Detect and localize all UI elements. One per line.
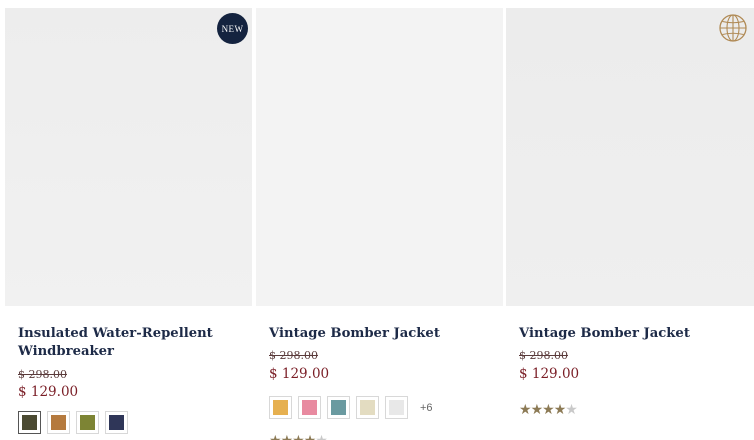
color-swatches: [18, 411, 134, 434]
color-swatch-olive[interactable]: [76, 411, 99, 434]
color-swatch-cream[interactable]: [356, 396, 379, 419]
globe-icon: [719, 14, 747, 42]
star-empty-icon: ★: [565, 401, 578, 417]
color-swatch-pink[interactable]: [298, 396, 321, 419]
product-card-3[interactable]: Vintage Bomber Jacket $ 298.00 $ 129.00 …: [506, 0, 754, 440]
star-filled-icon: ★: [292, 432, 305, 440]
more-colors-link[interactable]: +6: [420, 402, 433, 414]
product-image-3[interactable]: [506, 8, 754, 306]
star-filled-icon: ★: [542, 401, 555, 417]
color-swatch-tan[interactable]: [47, 411, 70, 434]
star-empty-icon: ★: [315, 432, 328, 440]
star-filled-icon: ★: [269, 432, 282, 440]
star-filled-icon: ★: [280, 432, 294, 440]
product-title[interactable]: Vintage Bomber Jacket: [519, 325, 749, 343]
product-image-2[interactable]: [256, 8, 503, 306]
color-swatch-light-grey[interactable]: [385, 396, 408, 419]
original-price: $ 298.00: [18, 368, 67, 381]
product-card-2[interactable]: Vintage Bomber Jacket $ 298.00 $ 129.00 …: [256, 0, 503, 440]
star-filled-icon: ★: [303, 432, 317, 440]
sale-price: $ 129.00: [269, 366, 330, 382]
star-filled-icon: ★: [519, 401, 532, 417]
original-price: $ 298.00: [519, 349, 568, 362]
star-filled-icon: ★: [553, 401, 567, 417]
original-price: $ 298.00: [269, 349, 318, 362]
star-filled-icon: ★: [530, 401, 544, 417]
color-swatches: +6: [269, 396, 433, 419]
color-swatch-gold[interactable]: [269, 396, 292, 419]
sale-price: $ 129.00: [18, 384, 79, 400]
star-rating: ★★★★★: [519, 401, 578, 417]
color-swatch-navy[interactable]: [105, 411, 128, 434]
color-swatch-teal[interactable]: [327, 396, 350, 419]
sale-price: $ 129.00: [519, 366, 580, 382]
star-rating: ★★★★★: [269, 432, 328, 440]
product-title[interactable]: Insulated Water-Repellent Windbreaker: [18, 325, 248, 361]
product-title[interactable]: Vintage Bomber Jacket: [269, 325, 499, 343]
product-card-1[interactable]: NEW Insulated Water-Repellent Windbreake…: [5, 0, 252, 440]
color-swatch-olive-brown[interactable]: [18, 411, 41, 434]
product-image-1[interactable]: NEW: [5, 8, 252, 306]
new-badge: NEW: [217, 13, 248, 44]
